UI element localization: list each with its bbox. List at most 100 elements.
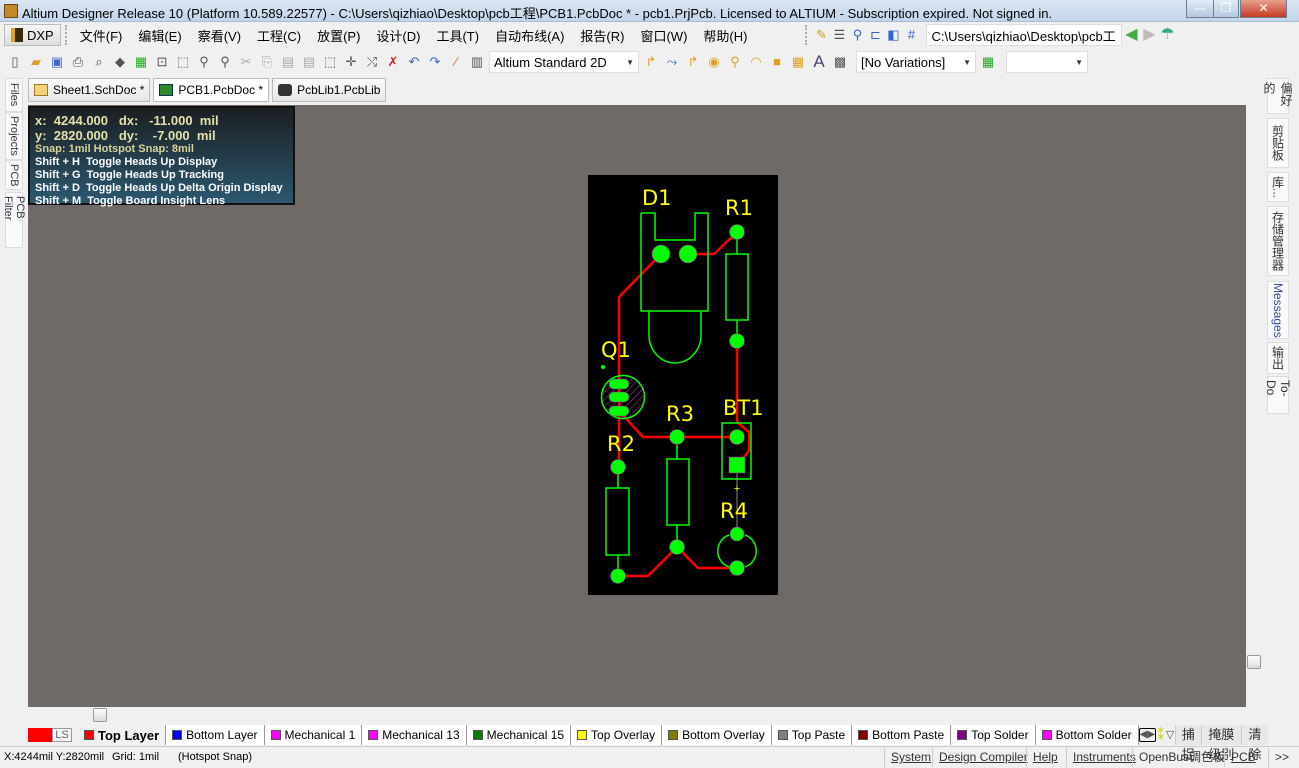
menu-file[interactable]: 文件(F)	[72, 26, 131, 45]
panel-button-openbus[interactable]: OpenBus调色板	[1132, 748, 1231, 767]
layer-tab-mechanical-13[interactable]: Mechanical 13	[362, 725, 467, 745]
mask-icon[interactable]: ⁑	[1156, 726, 1165, 744]
menu-autoroute[interactable]: 自动布线(A)	[487, 26, 572, 45]
vertical-scroll-thumb[interactable]	[1247, 655, 1261, 669]
panel-button-help[interactable]: Help	[1026, 748, 1064, 767]
zoom-filter-icon[interactable]: ⚲	[216, 53, 234, 71]
clear-filter-icon[interactable]: ✗	[384, 53, 402, 71]
design-rules-icon[interactable]: ✎	[812, 26, 830, 44]
view-config-select[interactable]: Altium Standard 2D ▼	[489, 51, 639, 73]
room-icon[interactable]: ◧	[884, 26, 902, 44]
close-button[interactable]: ✕	[1240, 0, 1287, 18]
panel-tab-files[interactable]: Files	[5, 78, 23, 112]
redo-icon[interactable]: ↷	[426, 53, 444, 71]
back-icon[interactable]: ◀	[1122, 26, 1140, 44]
panel-tab-todo[interactable]: To-Do	[1264, 376, 1292, 414]
panel-button-design-compiler[interactable]: Design Compiler	[932, 748, 1034, 767]
menu-help[interactable]: 帮助(H)	[695, 26, 755, 45]
tab-pcblib1-pcblib[interactable]: PcbLib1.PcbLib	[272, 78, 387, 102]
layer-tab-bottom-overlay[interactable]: Bottom Overlay	[662, 725, 772, 745]
layer-tab-bottom-solder[interactable]: Bottom Solder	[1035, 725, 1139, 745]
via-icon[interactable]: ⚲	[726, 53, 744, 71]
measure-icon[interactable]: ⊏	[866, 26, 884, 44]
panel-button-system[interactable]: System	[884, 748, 937, 767]
polygon-icon[interactable]: ▦	[789, 53, 807, 71]
fill-icon[interactable]: ■	[768, 53, 786, 71]
print-icon[interactable]: ⎙	[69, 53, 87, 71]
menu-edit[interactable]: 编辑(E)	[130, 26, 189, 45]
string-icon[interactable]: A	[810, 53, 828, 71]
multi-route-icon[interactable]: ↱	[684, 53, 702, 71]
panel-tab-output[interactable]: 输出	[1267, 342, 1289, 374]
component-icon[interactable]: ▩	[831, 53, 849, 71]
panel-tab-favorites[interactable]: 偏好的	[1262, 78, 1293, 114]
snap-button[interactable]: 捕捉	[1174, 725, 1202, 762]
panel-button-pcb[interactable]: PCB	[1224, 748, 1262, 767]
pcb-view-icon[interactable]: ▦	[132, 53, 150, 71]
arc-icon[interactable]: ◠	[747, 53, 765, 71]
move-icon[interactable]: ✛	[342, 53, 360, 71]
minimize-button[interactable]: —	[1186, 0, 1214, 18]
zoom-area-icon[interactable]: ⬚	[174, 53, 192, 71]
panel-button-instruments[interactable]: Instruments	[1066, 748, 1142, 767]
menu-tools[interactable]: 工具(T)	[428, 26, 487, 45]
menu-place[interactable]: 放置(P)	[309, 26, 368, 45]
extra-select[interactable]: ▼	[1006, 51, 1088, 73]
scroll-tabs-icon[interactable]: ◀▶	[1138, 728, 1157, 742]
layer-tab-top-layer[interactable]: Top Layer	[78, 725, 167, 745]
variations-select[interactable]: [No Variations] ▼	[856, 51, 976, 73]
forward-icon[interactable]: ▶	[1140, 26, 1158, 44]
paste-icon[interactable]: ▤	[279, 53, 297, 71]
zoom-selected-icon[interactable]: ⚲	[195, 53, 213, 71]
layer-tab-top-solder[interactable]: Top Solder	[951, 725, 1036, 745]
panel-tab-messages[interactable]: Messages	[1267, 281, 1289, 339]
panel-tab-libraries[interactable]: 库...	[1267, 172, 1289, 202]
layer-tab-mechanical-15[interactable]: Mechanical 15	[466, 725, 572, 745]
tab-pcb1-pcbdoc[interactable]: PCB1.PcbDoc *	[153, 78, 270, 102]
3d-view-icon[interactable]: ◆	[111, 53, 129, 71]
browse-icon[interactable]: ▥	[468, 53, 486, 71]
zoom-fit-icon[interactable]: ⊡	[153, 53, 171, 71]
clear-button[interactable]: 清除	[1241, 725, 1268, 762]
dxp-menu[interactable]: DXP	[4, 24, 61, 46]
crosshair-icon[interactable]: ⁄	[447, 53, 465, 71]
menu-window[interactable]: 窗口(W)	[632, 26, 695, 45]
copy-icon[interactable]: ⎘	[258, 53, 276, 71]
menu-project[interactable]: 工程(C)	[249, 26, 309, 45]
cut-icon[interactable]: ✂	[237, 53, 255, 71]
open-icon[interactable]: ▰	[27, 53, 45, 71]
menu-view[interactable]: 察看(V)	[190, 26, 249, 45]
panel-tab-pcb[interactable]: PCB	[5, 160, 23, 190]
layer-tab-top-overlay[interactable]: Top Overlay	[571, 725, 663, 745]
undo-icon[interactable]: ↶	[405, 53, 423, 71]
tab-sheet1-schdoc[interactable]: Sheet1.SchDoc *	[28, 78, 151, 102]
layer-tab-mechanical-1[interactable]: Mechanical 1	[264, 725, 363, 745]
layer-tab-bottom-paste[interactable]: Bottom Paste	[852, 725, 952, 745]
print-preview-icon[interactable]: ⌕	[90, 53, 108, 71]
toolbar-grip[interactable]	[64, 25, 68, 45]
menu-design[interactable]: 设计(D)	[368, 26, 428, 45]
diff-pair-icon[interactable]: ⤳	[663, 53, 681, 71]
filter-icon[interactable]: ▽	[1165, 726, 1174, 744]
mask-level-button[interactable]: 掩膜级别	[1201, 725, 1242, 762]
grid-icon[interactable]: #	[902, 26, 920, 44]
interactive-route-icon[interactable]: ↱	[642, 53, 660, 71]
panel-tab-storage-manager[interactable]: 存储管理器	[1267, 206, 1289, 276]
maximize-button[interactable]: ❐	[1213, 0, 1239, 18]
find-icon[interactable]: ⚲	[848, 26, 866, 44]
horizontal-scrollbar[interactable]	[28, 707, 1262, 723]
deselect-icon[interactable]: ⤭	[363, 53, 381, 71]
layer-set-button[interactable]: LS	[28, 726, 72, 744]
variant-manager-icon[interactable]: ▦	[979, 53, 997, 71]
save-icon[interactable]: ▣	[48, 53, 66, 71]
more-panels-button[interactable]: >>	[1268, 748, 1295, 767]
pad-icon[interactable]: ◉	[705, 53, 723, 71]
align-icon[interactable]: ☰	[830, 26, 848, 44]
pcb-board[interactable]: + D1 R1 Q1 R3 BT1 R2 R4	[588, 175, 778, 595]
panel-tab-pcb-filter[interactable]: PCB Filter	[2, 192, 26, 248]
path-select[interactable]: C:\Users\qizhiao\Desktop\pcb工▼	[926, 24, 1123, 46]
horizontal-scroll-thumb[interactable]	[93, 708, 107, 722]
panel-tab-projects[interactable]: Projects	[5, 112, 23, 160]
menu-reports[interactable]: 报告(R)	[572, 26, 632, 45]
layer-tab-top-paste[interactable]: Top Paste	[771, 725, 853, 745]
